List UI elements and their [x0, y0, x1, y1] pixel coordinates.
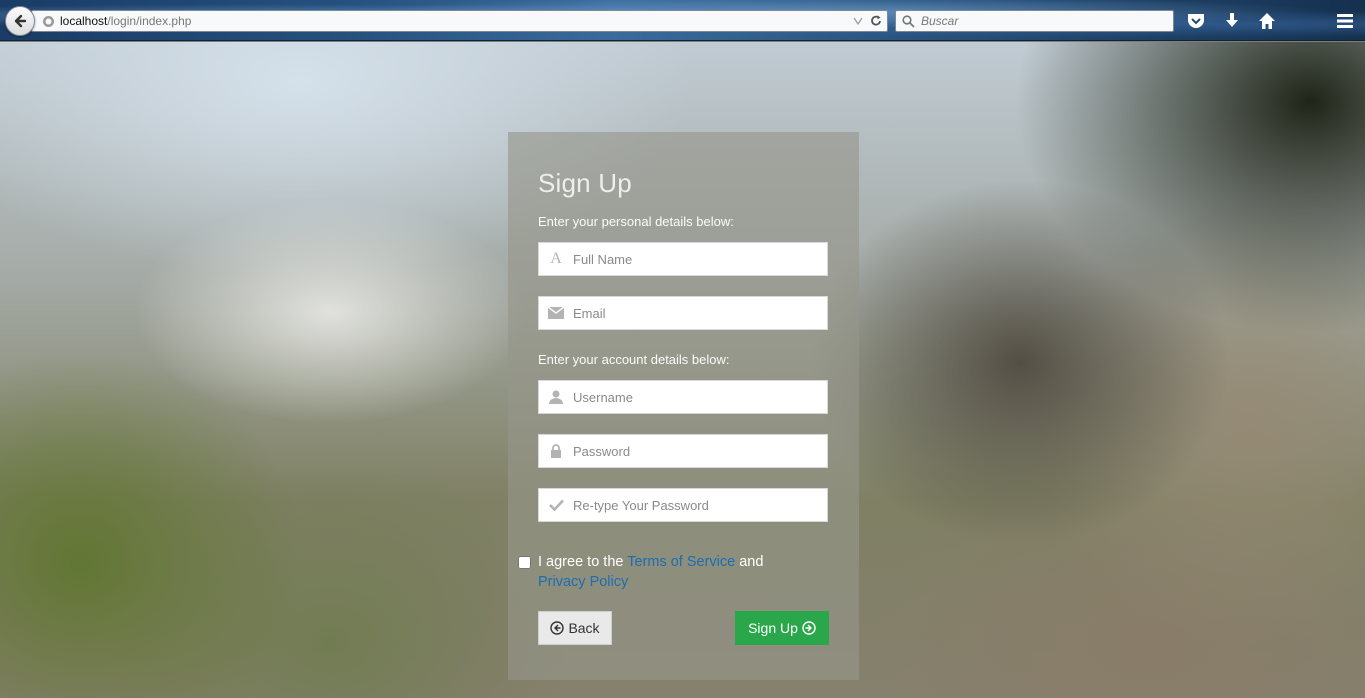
url-text: localhost/login/index.php: [60, 14, 191, 28]
signup-card: Sign Up Enter your personal details belo…: [508, 132, 859, 680]
personal-details-label: Enter your personal details below:: [538, 214, 734, 229]
username-field: [538, 380, 828, 414]
agree-text: I agree to the Terms of Service and Priva…: [538, 552, 818, 592]
pocket-icon[interactable]: [1184, 9, 1208, 33]
url-path: /login/index.php: [107, 14, 192, 28]
agree-and: and: [735, 554, 764, 570]
page-background: Sign Up Enter your personal details belo…: [0, 42, 1365, 698]
arrow-left-icon: [14, 14, 27, 28]
browser-toolbar: localhost/login/index.php Buscar: [0, 0, 1365, 41]
privacy-policy-link[interactable]: Privacy Policy: [538, 574, 628, 590]
check-icon: [539, 489, 573, 521]
terms-of-service-link[interactable]: Terms of Service: [627, 554, 735, 570]
menu-icon[interactable]: [1333, 9, 1357, 33]
circle-arrow-left-icon: [550, 621, 565, 635]
back-nav-button[interactable]: [5, 6, 35, 36]
retype-password-field: [538, 488, 828, 522]
email-field: [538, 296, 828, 330]
font-icon: A: [550, 250, 562, 267]
address-bar[interactable]: localhost/login/index.php: [31, 10, 888, 32]
globe-icon: [41, 14, 55, 28]
url-host: localhost: [60, 14, 108, 28]
page-title: Sign Up: [538, 168, 632, 198]
user-icon: [539, 381, 573, 413]
sign-up-label: Sign Up: [748, 620, 798, 636]
retype-password-input[interactable]: [573, 490, 823, 520]
search-bar[interactable]: Buscar: [895, 10, 1174, 32]
search-icon: [902, 14, 915, 28]
envelope-icon: [539, 297, 573, 329]
agree-checkbox[interactable]: [518, 556, 531, 569]
email-input[interactable]: [573, 298, 823, 328]
terms-agreement: I agree to the Terms of Service and Priva…: [518, 552, 818, 592]
full-name-field: A: [538, 242, 828, 276]
dropdown-arrow-icon[interactable]: [853, 16, 863, 26]
agree-prefix: I agree to the: [538, 554, 628, 570]
reload-icon[interactable]: [869, 14, 883, 28]
password-field: [538, 434, 828, 468]
back-button[interactable]: Back: [538, 611, 612, 645]
search-placeholder: Buscar: [921, 14, 959, 28]
username-input[interactable]: [573, 382, 823, 412]
lock-icon: [539, 435, 573, 467]
circle-arrow-right-icon: [802, 621, 816, 635]
download-icon[interactable]: [1220, 9, 1244, 33]
sign-up-button[interactable]: Sign Up: [735, 611, 829, 645]
account-details-label: Enter your account details below:: [538, 352, 730, 367]
full-name-input[interactable]: [573, 244, 823, 274]
home-icon[interactable]: [1255, 9, 1279, 33]
password-input[interactable]: [573, 436, 823, 466]
back-label: Back: [568, 620, 600, 636]
